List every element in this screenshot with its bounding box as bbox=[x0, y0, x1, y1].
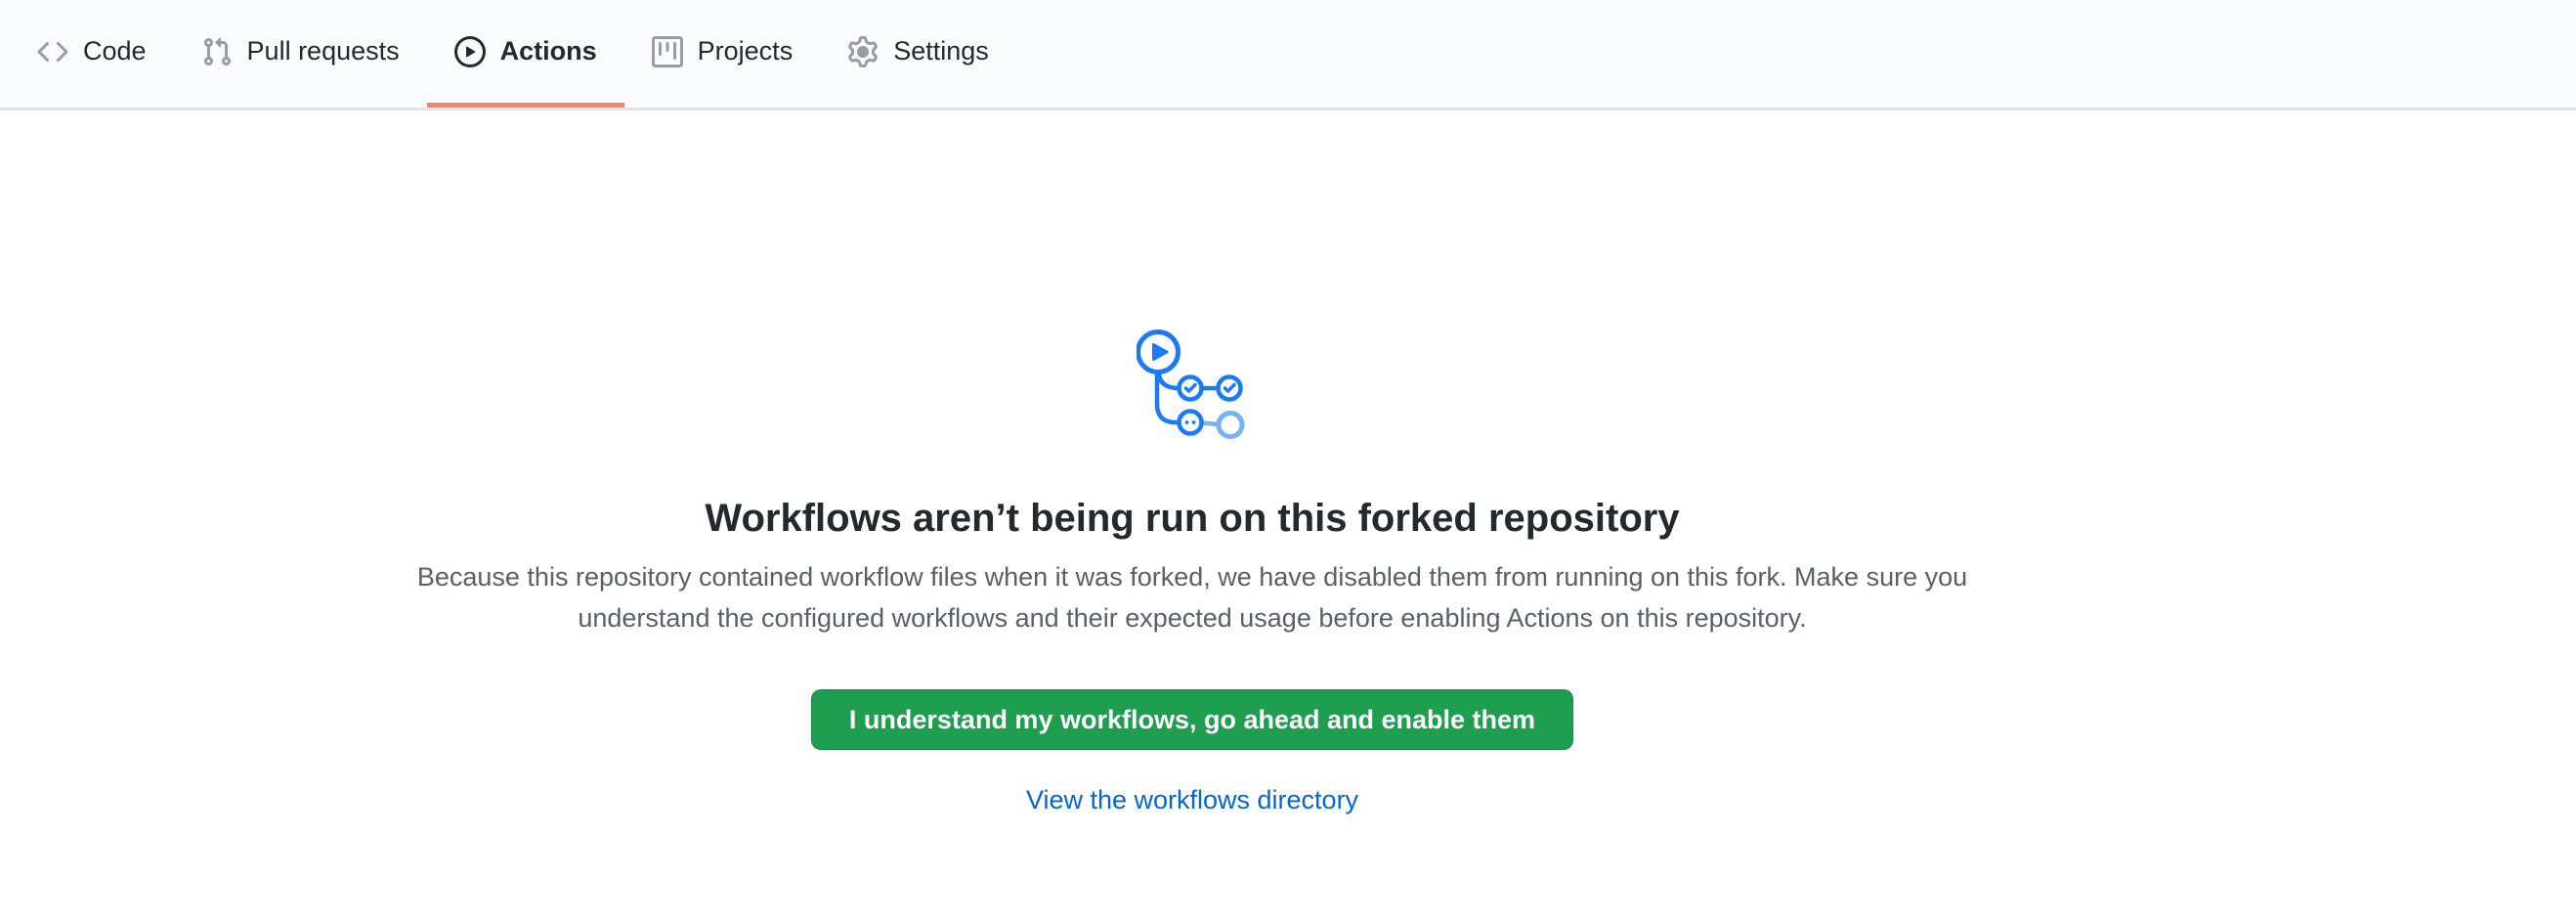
project-board-icon bbox=[652, 36, 683, 67]
blankslate-description: Because this repository contained workfl… bbox=[391, 556, 1994, 638]
tab-settings[interactable]: Settings bbox=[820, 0, 1016, 108]
enable-workflows-button[interactable]: I understand my workflows, go ahead and … bbox=[811, 689, 1573, 750]
workflow-illustration-icon bbox=[1137, 330, 1248, 440]
gear-icon bbox=[847, 36, 879, 67]
blankslate-title: Workflows aren’t being run on this forke… bbox=[0, 494, 2384, 543]
tab-code[interactable]: Code bbox=[10, 0, 174, 108]
tab-actions[interactable]: Actions bbox=[427, 0, 624, 108]
tab-label-code: Code bbox=[83, 36, 147, 66]
tab-label-settings: Settings bbox=[893, 36, 989, 66]
git-pull-request-icon bbox=[201, 36, 233, 67]
tab-projects[interactable]: Projects bbox=[624, 0, 821, 108]
play-circle-icon bbox=[454, 36, 486, 67]
tab-label-projects: Projects bbox=[698, 36, 794, 66]
tab-label-actions: Actions bbox=[500, 36, 597, 66]
code-icon bbox=[37, 36, 68, 67]
view-workflows-directory-link[interactable]: View the workflows directory bbox=[1026, 785, 1358, 814]
repo-tab-nav: Code Pull requests Actions Projects Sett… bbox=[0, 0, 2576, 110]
tab-pull-requests[interactable]: Pull requests bbox=[174, 0, 427, 108]
main-content: Workflows aren’t being run on this forke… bbox=[0, 110, 2384, 815]
tab-label-pull-requests: Pull requests bbox=[247, 36, 400, 66]
